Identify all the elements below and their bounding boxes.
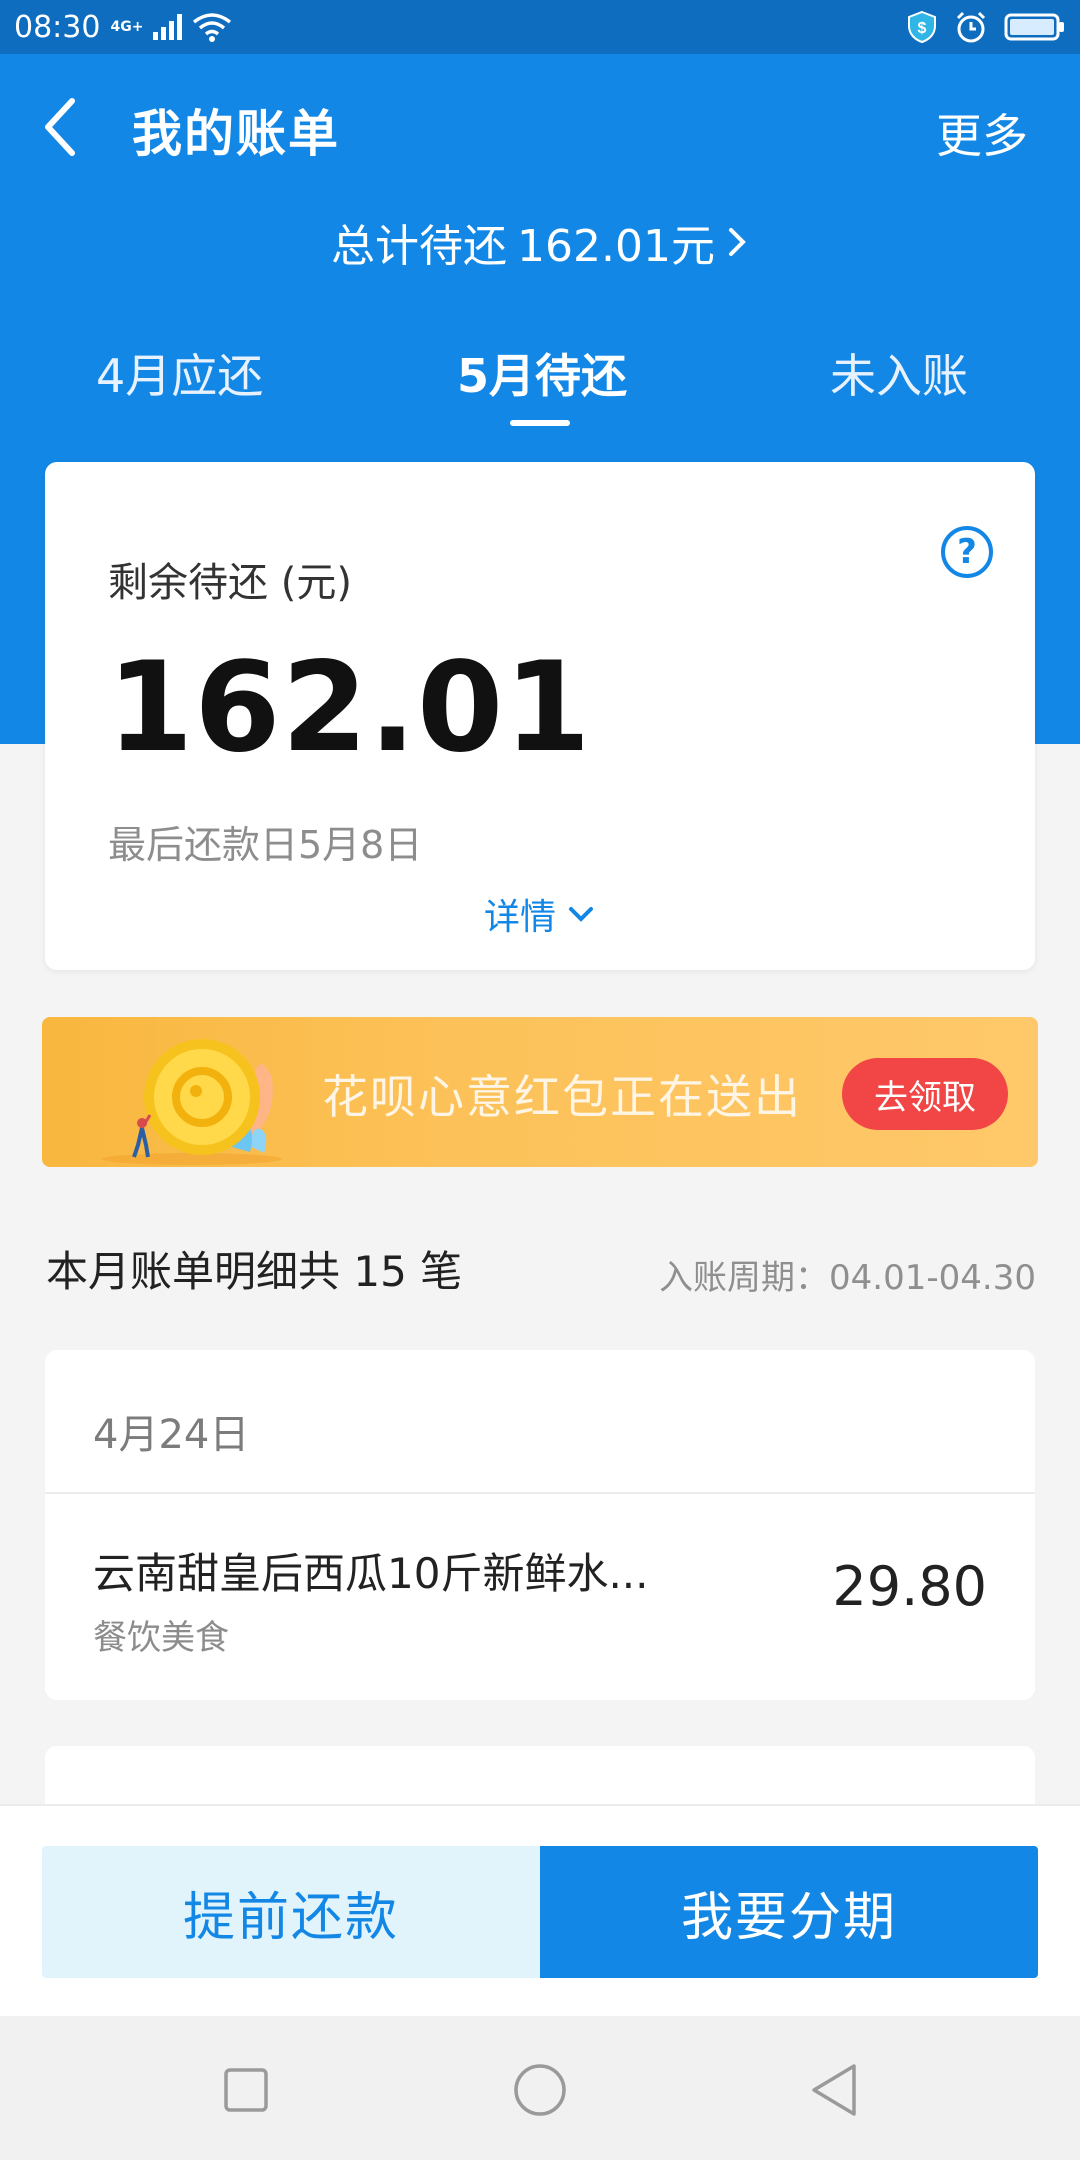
svg-text:$: $ [918,20,927,37]
bill-group-date: 4月24日 [93,1412,250,1458]
total-due-link[interactable]: 总计待还 162.01元 [0,210,1080,274]
divider [45,1492,1035,1494]
bill-group-card: 4月24日 云南甜皇后西瓜10斤新鲜水... 餐饮美食 29.80 [45,1350,1035,1700]
signal-icon [153,14,183,40]
screen: 08:30 4G+ $ 我的账单 更多 总计待还 162.01元 4月应还 5月… [0,0,1080,2160]
status-time: 08:30 [14,9,101,45]
due-date: 最后还款日5月8日 [108,823,423,867]
billing-cycle: 入账周期：04.01-04.30 [659,1258,1036,1298]
tab-april-due[interactable]: 4月应还 [96,340,263,406]
system-nav-bar [0,2016,1080,2160]
installment-button[interactable]: 我要分期 [540,1846,1038,1978]
bill-group-card-partial [45,1746,1035,1806]
prepay-button[interactable]: 提前还款 [42,1846,540,1978]
promo-banner[interactable]: 花呗心意红包正在送出 去领取 [42,1017,1038,1167]
remaining-amount: 162.01 [107,636,592,780]
month-tabs: 4月应还 5月待还 未入账 [0,330,1080,430]
battery-icon [1004,13,1064,41]
home-button[interactable] [510,2060,570,2120]
triangle-back-icon [812,2064,856,2116]
recent-apps-button[interactable] [216,2060,276,2120]
status-right: $ [906,10,1066,44]
status-bar: 08:30 4G+ $ [0,0,1080,54]
page-title: 我的账单 [132,105,340,163]
summary-card: 剩余待还 (元) ? 162.01 最后还款日5月8日 详情 [45,462,1035,970]
chevron-right-icon [728,228,746,256]
bill-count-header: 本月账单明细共 15 笔 [46,1247,463,1296]
back-nav-button[interactable] [804,2060,864,2120]
status-left: 08:30 4G+ [14,10,232,45]
total-due-label: 总计待还 [331,221,508,272]
chevron-down-icon [569,907,593,922]
bill-item-amount: 29.80 [832,1555,987,1618]
coin-illustration [102,1039,282,1165]
active-tab-indicator [510,420,570,426]
bottom-action-bar: 提前还款 我要分期 [0,1804,1080,2016]
detail-label: 详情 [483,897,556,938]
more-button[interactable]: 更多 [936,100,1028,166]
back-arrow-icon [45,98,75,156]
claim-button[interactable]: 去领取 [842,1058,1008,1130]
bill-item-category: 餐饮美食 [93,1618,229,1658]
total-due-amount: 162.01元 [517,221,715,272]
detail-toggle[interactable]: 详情 [45,888,1035,940]
back-button[interactable] [40,92,100,162]
tab-unposted[interactable]: 未入账 [830,340,968,406]
remaining-label: 剩余待还 (元) [108,560,352,606]
wifi-icon [193,13,232,42]
alarm-icon [956,11,986,43]
help-icon[interactable]: ? [941,526,993,578]
tab-may-pending[interactable]: 5月待还 [457,340,627,406]
circle-icon [514,2064,566,2116]
bill-item-title: 云南甜皇后西瓜10斤新鲜水... [93,1549,649,1598]
square-icon [224,2068,268,2112]
promo-text: 花呗心意红包正在送出 [322,1070,802,1124]
network-type: 4G+ [110,19,144,35]
top-nav: 我的账单 更多 [0,54,1080,200]
shield-icon: $ [908,10,936,44]
